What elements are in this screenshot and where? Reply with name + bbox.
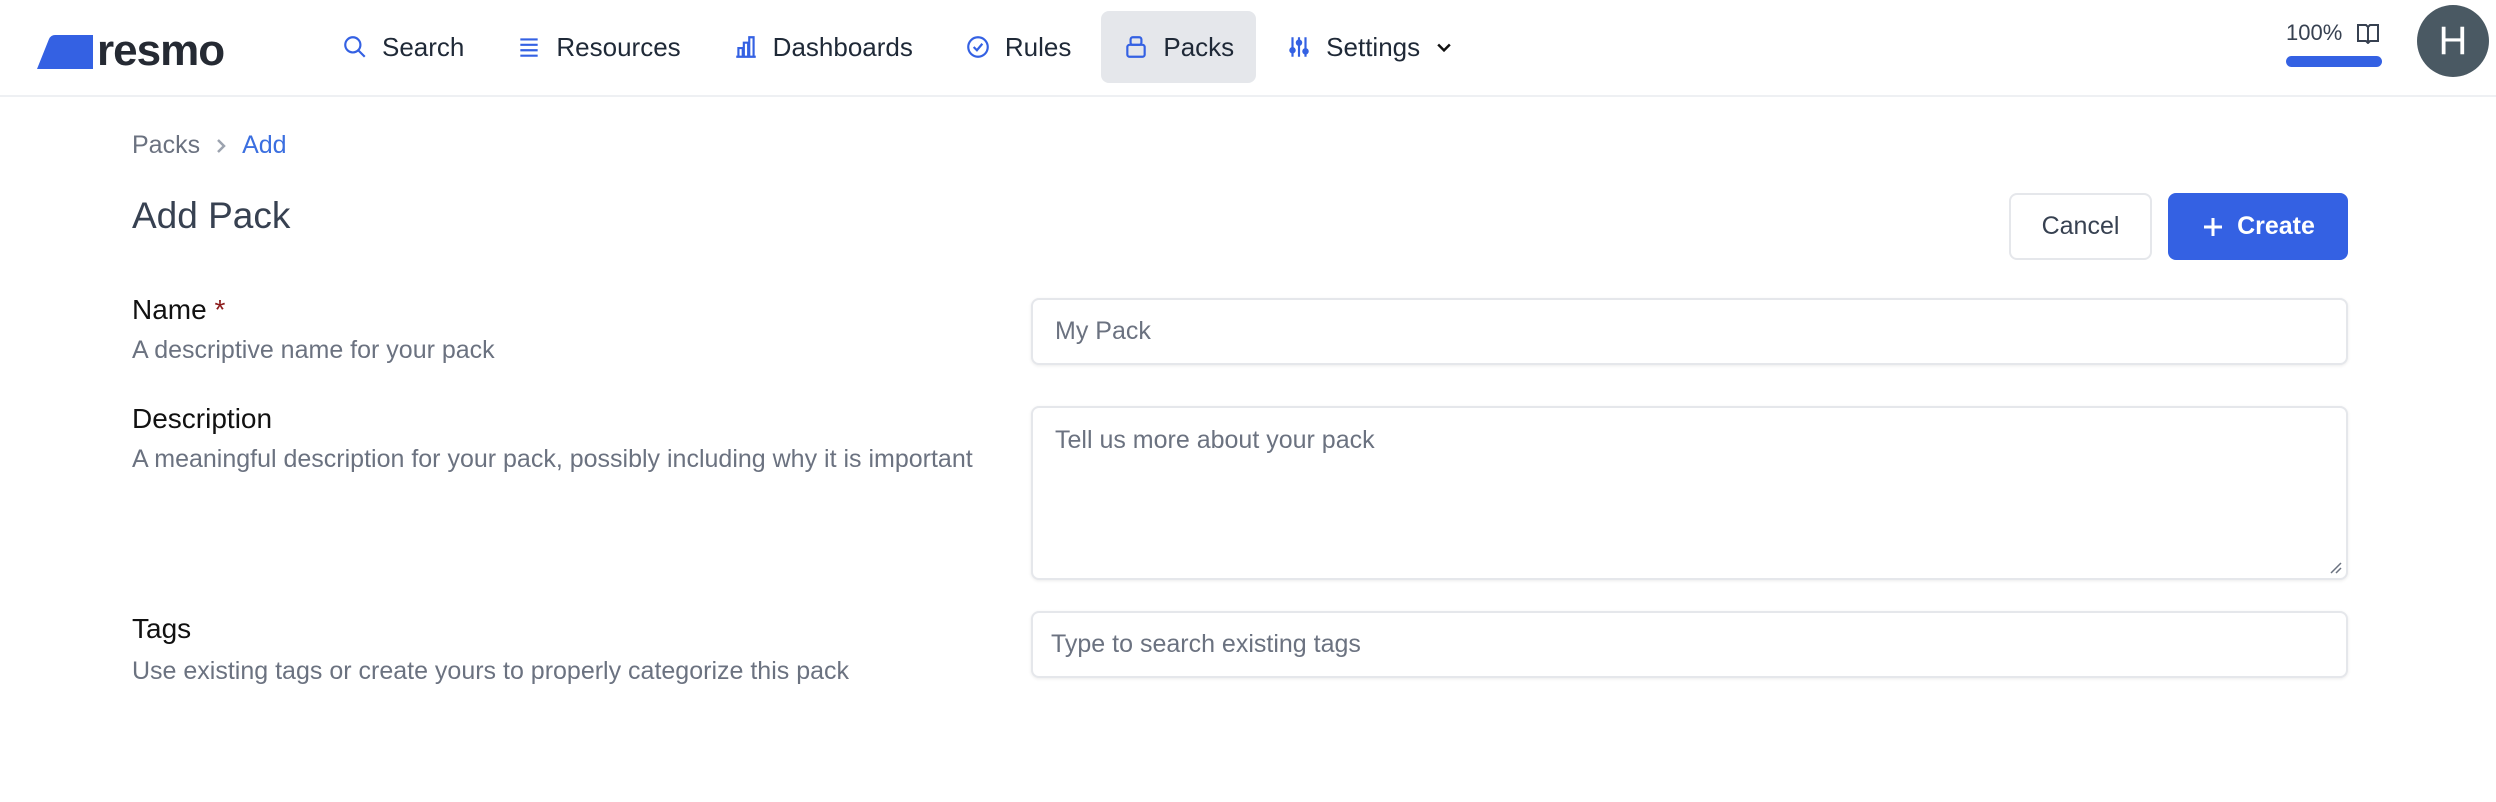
breadcrumb-packs[interactable]: Packs xyxy=(132,131,200,160)
description-placeholder: Tell us more about your pack xyxy=(1055,426,1375,454)
create-button[interactable]: Create xyxy=(2168,193,2348,260)
bar-chart-icon xyxy=(735,36,756,58)
progress-label: 100% xyxy=(2286,20,2343,45)
tags-label: Tags xyxy=(132,613,192,644)
tags-input[interactable]: Type to search existing tags xyxy=(1031,611,2348,678)
badge-check-icon xyxy=(967,36,989,58)
description-help: A meaningful description for your pack, … xyxy=(132,445,973,473)
resmo-logo[interactable]: resmo xyxy=(35,26,225,76)
nav-label: Packs xyxy=(1163,31,1235,62)
top-nav-bar: resmo Search Resources Dashboards Rules … xyxy=(0,0,2496,97)
nav-packs[interactable]: Packs xyxy=(1101,11,1257,83)
nav-resources[interactable]: Resources xyxy=(494,11,702,83)
required-mark: * xyxy=(214,294,226,325)
name-label-text: Name xyxy=(132,294,207,325)
nav-rules[interactable]: Rules xyxy=(943,11,1093,83)
nav-label: Search xyxy=(382,31,465,62)
nav-dashboards[interactable]: Dashboards xyxy=(711,11,935,83)
chevron-right-icon xyxy=(217,138,226,153)
book-icon xyxy=(2357,24,2380,44)
nav-search[interactable]: Search xyxy=(320,11,486,83)
description-textarea[interactable]: Tell us more about your pack xyxy=(1031,406,2348,580)
name-label: Name * xyxy=(132,294,225,326)
cancel-button[interactable]: Cancel xyxy=(2009,193,2152,260)
search-icon xyxy=(344,36,366,58)
pack-icon xyxy=(1126,36,1147,58)
cancel-label: Cancel xyxy=(2041,212,2120,240)
name-placeholder: My Pack xyxy=(1055,317,1151,345)
nav-label: Dashboards xyxy=(772,31,913,62)
onboarding-progress[interactable]: 100% xyxy=(2286,20,2382,67)
tags-placeholder: Type to search existing tags xyxy=(1051,630,1361,658)
progress-bar xyxy=(2286,56,2382,67)
plus-icon xyxy=(2204,217,2223,236)
create-label: Create xyxy=(2237,212,2315,240)
logo-text: resmo xyxy=(97,26,225,75)
tags-help: Use existing tags or create yours to pro… xyxy=(132,657,850,685)
breadcrumb: Packs Add xyxy=(132,131,287,160)
sliders-icon xyxy=(1289,37,1309,57)
nav-settings[interactable]: Settings xyxy=(1264,11,1476,83)
avatar[interactable]: H xyxy=(2417,5,2489,77)
description-label: Description xyxy=(132,403,273,434)
nav-label: Resources xyxy=(556,31,681,62)
main-nav: Search Resources Dashboards Rules Packs … xyxy=(320,11,1476,83)
nav-label: Rules xyxy=(1004,31,1072,62)
logo-mark-icon xyxy=(37,35,93,69)
breadcrumb-add: Add xyxy=(242,131,287,159)
list-icon xyxy=(520,38,539,57)
page-title: Add Pack xyxy=(132,195,291,236)
chevron-down-icon xyxy=(1437,43,1451,53)
name-input[interactable]: My Pack xyxy=(1031,298,2348,365)
nav-label: Settings xyxy=(1326,31,1421,62)
resize-handle-icon[interactable] xyxy=(2328,560,2342,574)
name-help: A descriptive name for your pack xyxy=(132,336,495,364)
